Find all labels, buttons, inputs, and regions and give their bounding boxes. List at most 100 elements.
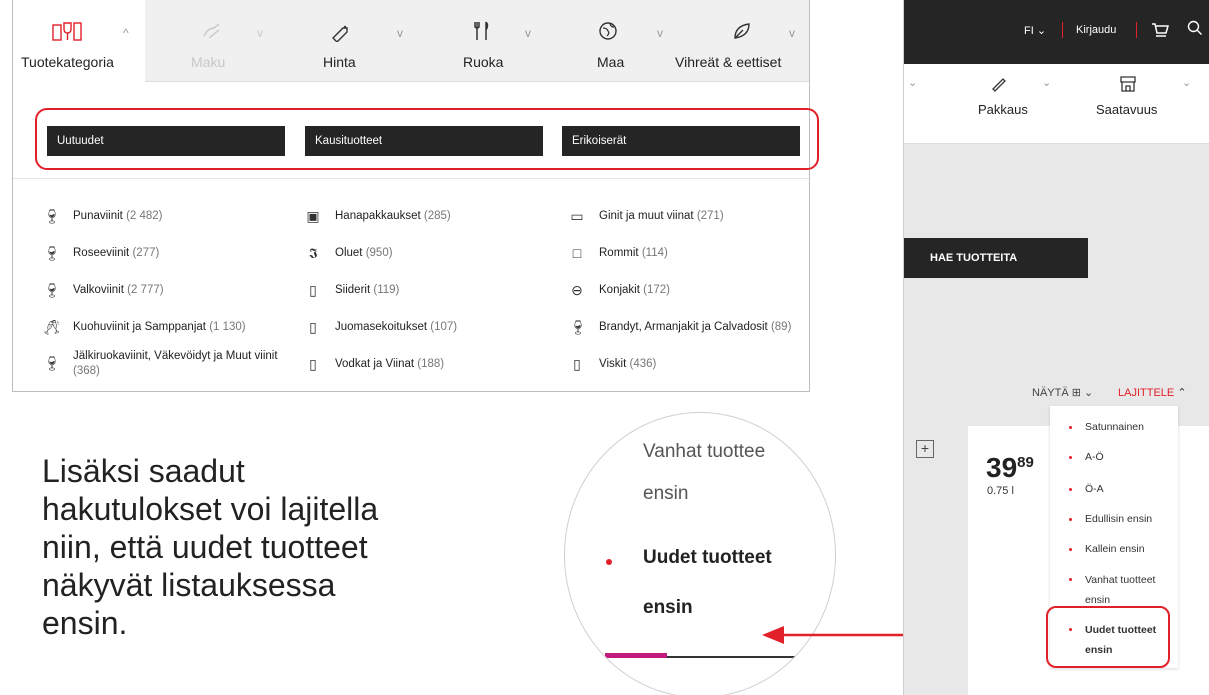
category-link[interactable]: ▭ Ginit ja muut viinat (271) [569, 206, 809, 232]
wine-glass-icon: 🍷︎ [43, 208, 61, 224]
magnified-option-text: Uudet tuotteet [643, 547, 772, 568]
sort-toolbar: NÄYTÄ ⊞ ⌄ LAJITTELE ⌃ [904, 386, 1209, 406]
store-icon [1118, 74, 1138, 99]
chevron-down-icon: v [789, 26, 795, 40]
category-link[interactable]: 🍷︎ Jälkiruokaviinit, Väkevöidyt ja Muut … [43, 349, 293, 383]
chevron-down-icon: v [657, 26, 663, 40]
tab-vihreat-eettiset[interactable]: v Vihreät & eettiset [673, 0, 809, 82]
tab-tuotekategoria[interactable]: ^ Tuotekategoria [13, 0, 145, 83]
wine-glass-icon: 🍷︎ [43, 245, 61, 261]
erikoiserat-button[interactable]: Erikoiserät [562, 126, 800, 156]
chevron-down-icon: ⌄ [1182, 77, 1192, 89]
tap-box-icon: ▣ [306, 208, 320, 224]
bullet-dot [1069, 456, 1072, 459]
highlight-frame [1046, 606, 1170, 668]
filter-tab-bar: ^ Tuotekategoria v Maku v Hinta v Ruoka [13, 0, 809, 83]
category-link[interactable]: 🍷︎ Roseeviinit (277) [43, 243, 293, 269]
category-link[interactable]: ▯ Siiderit (119) [305, 280, 545, 306]
chevron-up-icon: ^ [123, 26, 129, 40]
bullet-dot [1069, 426, 1072, 429]
login-link[interactable]: Kirjaudu [1076, 24, 1116, 36]
tab-ruoka[interactable]: v Ruoka [417, 0, 545, 82]
sort-option[interactable]: A-Ö [1050, 448, 1178, 468]
cart-icon[interactable] [1150, 20, 1170, 45]
category-link[interactable]: 𝕴 Oluet (950) [305, 243, 545, 269]
category-link[interactable]: ▯ Viskit (436) [569, 354, 809, 380]
divider [1136, 22, 1137, 38]
brandy-glass-icon: 🍷︎ [569, 319, 587, 335]
tab-label: Pakkaus [978, 102, 1028, 117]
price-tag-icon [329, 20, 351, 46]
divider [1062, 22, 1063, 38]
whisky-glass-icon: ▯ [573, 356, 581, 372]
category-link[interactable]: □ Rommit (114) [569, 243, 809, 269]
search-icon[interactable] [1187, 20, 1203, 41]
language-selector[interactable]: FI ⌄ [1024, 24, 1046, 37]
taste-icon [201, 20, 223, 46]
tab-label: Hinta [323, 54, 356, 70]
champagne-glass-icon: 🥂︎ [43, 319, 61, 335]
bullet-dot [1069, 548, 1072, 551]
sort-option[interactable]: Edullisin ensin [1050, 510, 1178, 530]
sort-option[interactable]: Kallein ensin [1050, 540, 1178, 560]
top-navigation-bar: FI ⌄ Kirjaudu [904, 0, 1209, 64]
chevron-down-icon: v [525, 26, 531, 40]
magnified-option-text: Vanhat tuottee [643, 441, 766, 462]
chevron-down-icon: ⌄ [908, 77, 918, 89]
category-link[interactable]: 🍷︎ Brandyt, Armanjakit ja Calvadosit (89… [569, 317, 809, 343]
divider [667, 656, 817, 658]
filter-tab-bar: ⌄ Pakkaus ⌄ Saatavuus ⌄ [904, 64, 1209, 144]
kausituotteet-button[interactable]: Kausituotteet [305, 126, 543, 156]
tab-maku[interactable]: v Maku [153, 0, 273, 82]
search-results-page: FI ⌄ Kirjaudu ⌄ Pakkaus ⌄ Saatavuus ⌄ HA… [903, 0, 1209, 695]
magnifier-callout: Vanhat tuottee ensin Uudet tuotteet ensi… [564, 412, 836, 695]
search-products-button[interactable]: HAE TUOTTEITA [904, 238, 1088, 278]
bullet-dot [606, 559, 612, 565]
chevron-down-icon: v [257, 26, 263, 40]
rum-glass-icon: □ [572, 245, 582, 261]
category-link[interactable]: 🍷︎ Punaviinit (2 482) [43, 206, 293, 232]
magnified-option-text: ensin [643, 483, 689, 504]
uutuudet-button[interactable]: Uutuudet [47, 126, 285, 156]
category-link[interactable]: ▯ Juomasekoitukset (107) [305, 317, 545, 343]
caption-text: Lisäksi saadut hakutulokset voi lajitell… [42, 453, 379, 641]
tab-label: Ruoka [463, 54, 504, 70]
gin-glass-icon: ▭ [570, 208, 584, 224]
bullet-dot [1069, 518, 1072, 521]
category-link[interactable]: 🥂︎ Kuohuviinit ja Samppanjat (1 130) [43, 317, 293, 343]
wine-glass-icon: 🍷︎ [43, 282, 61, 298]
category-link[interactable]: 🍷︎ Valkoviinit (2 777) [43, 280, 293, 306]
tab-maa[interactable]: v Maa [553, 0, 673, 82]
tab-label: Maa [597, 54, 625, 70]
category-link[interactable]: ▯ Vodkat ja Viinat (188) [305, 354, 545, 380]
bullet-dot [1069, 578, 1072, 581]
cognac-glass-icon: ⊖ [571, 282, 583, 298]
chevron-down-icon: v [397, 26, 403, 40]
product-volume: 0.75 l [987, 485, 1014, 497]
show-view-toggle[interactable]: NÄYTÄ ⊞ ⌄ [1032, 386, 1093, 399]
mix-drink-icon: ▯ [309, 319, 317, 335]
tab-hinta[interactable]: v Hinta [281, 0, 411, 82]
product-price: 3989 [986, 452, 1034, 483]
package-icon [990, 74, 1008, 97]
magnified-option-text: ensin [643, 597, 693, 618]
bullet-dot [1069, 488, 1072, 491]
dessert-wine-glass-icon: 🍷︎ [43, 355, 61, 371]
sort-dropdown-toggle[interactable]: LAJITTELE ⌃ [1118, 386, 1187, 399]
tab-label: Vihreät & eettiset [675, 54, 782, 70]
divider [13, 178, 809, 179]
accent-bar [605, 653, 667, 658]
category-link[interactable]: ▣ Hanapakkaukset (285) [305, 206, 545, 232]
tab-label: Maku [191, 54, 226, 70]
add-to-compare-button[interactable]: + [916, 440, 934, 458]
sort-option[interactable]: Satunnainen [1050, 418, 1178, 438]
fork-knife-icon [473, 20, 491, 46]
sort-option[interactable]: Ö-A [1050, 480, 1178, 500]
tab-label: Saatavuus [1096, 102, 1158, 117]
category-filter-panel: ^ Tuotekategoria v Maku v Hinta v Ruoka [12, 0, 819, 392]
wine-glasses-icon [51, 20, 83, 46]
beer-glass-icon: 𝕴 [308, 245, 318, 261]
sort-option[interactable]: Vanhat tuotteet ensin [1050, 570, 1178, 610]
tab-label: Tuotekategoria [21, 54, 114, 70]
category-link[interactable]: ⊖ Konjakit (172) [569, 280, 809, 306]
